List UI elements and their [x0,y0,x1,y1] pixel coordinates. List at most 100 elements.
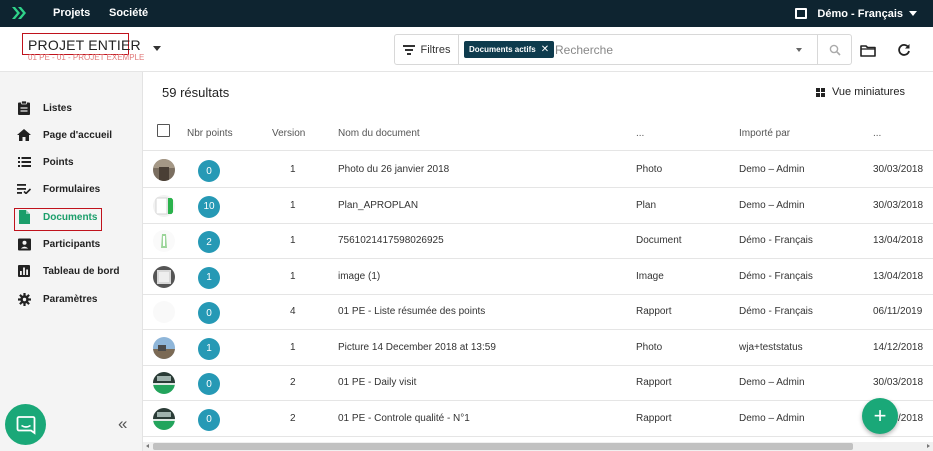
document-name[interactable]: Picture 14 December 2018 at 13:59 [338,342,496,353]
column-header[interactable]: Importé par [739,128,790,139]
chevron-down-icon [909,11,917,16]
chip-label: Documents actifs [469,45,536,54]
sidebar-item-formulaires[interactable]: Formulaires [17,180,100,198]
project-title[interactable]: PROJET ENTIER [28,37,141,53]
points-count-badge[interactable]: 10 [198,195,220,218]
document-thumbnail[interactable] [153,407,175,430]
nav-societe[interactable]: Société [109,7,148,19]
sidebar-item-listes[interactable]: Listes [17,99,72,117]
sidebar-item-participants[interactable]: Participants [17,235,100,253]
user-menu[interactable]: Démo - Français [795,6,917,21]
scroll-right-arrow-icon[interactable] [927,444,930,448]
document-version: 2 [290,412,296,424]
table-row[interactable]: 10 1 Plan_APROPLAN Plan Demo – Admin 30/03/20… [143,188,933,224]
document-date: 30/03/2018 [873,377,924,388]
double-chevron-logo-icon[interactable] [11,5,27,21]
column-header[interactable]: Nom du document [338,128,420,139]
chat-button[interactable] [5,404,46,445]
document-name[interactable]: image (1) [338,271,380,282]
document-thumbnail[interactable] [153,159,175,181]
search-icon [829,44,841,56]
document-thumbnail[interactable] [153,301,175,323]
document-type: Photo [636,341,663,353]
document-type: Plan [636,199,657,211]
document-thumbnail[interactable] [153,265,175,288]
chevron-down-icon[interactable] [796,48,802,52]
points-count-badge[interactable]: 1 [198,337,220,360]
folder-button[interactable] [859,41,877,59]
folder-icon [860,44,876,57]
table-row[interactable]: 2 1 7561021417598026925 Document Démo - Fran… [143,223,933,259]
search-input[interactable] [555,40,791,59]
document-name[interactable]: 01 PE - Liste résumée des points [338,306,485,317]
document-thumbnail[interactable] [153,230,175,252]
points-count-badge[interactable]: 1 [198,266,220,289]
document-date: 06/11/2019 [873,306,923,317]
nav-projets[interactable]: Projets [53,7,90,19]
document-thumbnail[interactable] [153,194,175,217]
gear-icon [17,292,31,306]
select-all-checkbox[interactable] [157,124,170,137]
imported-by: Demo – Admin [739,164,805,175]
search-button[interactable] [817,35,852,64]
column-header[interactable]: Version [272,128,305,139]
active-filter-chip[interactable]: Documents actifs ✕ [464,41,555,58]
points-count-badge[interactable]: 0 [198,373,220,395]
document-version: 1 [290,341,296,353]
document-name[interactable]: 01 PE - Daily visit [338,377,416,388]
grid-icon [816,87,826,97]
document-date: 30/03/2018 [873,199,924,211]
document-date: 30/03/2018 [873,164,924,175]
sidebar-item-parametres[interactable]: Paramètres [17,290,97,308]
document-list-panel: 59 résultats Vue miniatures Nbr points V… [143,72,933,451]
points-count-badge[interactable]: 2 [198,231,220,253]
refresh-icon [898,44,910,56]
document-thumbnail[interactable] [153,372,175,394]
sidebar-item-documents[interactable]: Documents [17,208,97,226]
sidebar: Listes Page d'accueil Points Formulaires… [0,72,143,451]
scroll-left-arrow-icon[interactable] [146,444,149,448]
document-date: 13/04/2018 [873,270,924,282]
view-toggle-label: Vue miniatures [832,86,905,98]
table-row[interactable]: 1 1 Picture 14 December 2018 at 13:59 Photo… [143,330,933,366]
thumbnail-view-toggle[interactable]: Vue miniatures [816,86,905,98]
table-row[interactable]: 0 2 01 PE - Controle qualité - N°1 Rapport D… [143,401,933,437]
document-name[interactable]: Plan_APROPLAN [338,200,418,211]
home-icon [17,128,31,142]
document-type: Rapport [636,412,672,424]
document-name[interactable]: Photo du 26 janvier 2018 [338,164,449,175]
add-document-button[interactable]: + [862,398,898,434]
points-count-badge[interactable]: 0 [198,302,220,324]
table-row[interactable]: 0 2 01 PE - Daily visit Rapport Demo – Admin… [143,365,933,401]
points-count-badge[interactable]: 0 [198,408,220,431]
refresh-button[interactable] [895,41,913,59]
filters-label: Filtres [420,43,451,56]
contacts-icon [17,237,31,251]
sidebar-item-label: Participants [43,238,101,250]
horizontal-scrollbar[interactable] [143,442,933,451]
sidebar-item-label: Tableau de bord [43,265,120,277]
document-name[interactable]: 7561021417598026925 [338,235,444,246]
table-row[interactable]: 1 1 image (1) Image Démo - Français 13/04/201… [143,259,933,295]
top-navbar: Projets Société Démo - Français [0,0,933,27]
imported-by: Démo - Français [739,270,813,282]
sidebar-item-tableau-de-bord[interactable]: Tableau de bord [17,262,120,280]
close-icon[interactable]: ✕ [541,44,549,55]
table-row[interactable]: 0 4 01 PE - Liste résumée des points Rappor… [143,294,933,330]
document-type: Rapport [636,306,672,317]
collapse-sidebar-button[interactable]: « [118,414,127,434]
sidebar-item-points[interactable]: Points [17,153,74,171]
points-count-badge[interactable]: 0 [198,160,220,182]
table-header: Nbr points Version Nom du document ... I… [143,123,933,151]
column-header[interactable]: Nbr points [187,128,233,139]
result-count: 59 résultats [162,85,230,100]
document-thumbnail[interactable] [153,336,175,359]
scrollbar-thumb[interactable] [153,443,853,450]
sidebar-item-page-accueil[interactable]: Page d'accueil [17,126,112,144]
filters-button[interactable]: Filtres [395,35,459,64]
document-name[interactable]: 01 PE - Controle qualité - N°1 [338,413,470,424]
table-row[interactable]: 0 1 Photo du 26 janvier 2018 Photo Demo – Ad… [143,152,933,188]
column-header[interactable]: ... [636,128,644,139]
project-dropdown-chevron-icon[interactable] [153,46,161,51]
column-header[interactable]: ... [873,128,881,139]
